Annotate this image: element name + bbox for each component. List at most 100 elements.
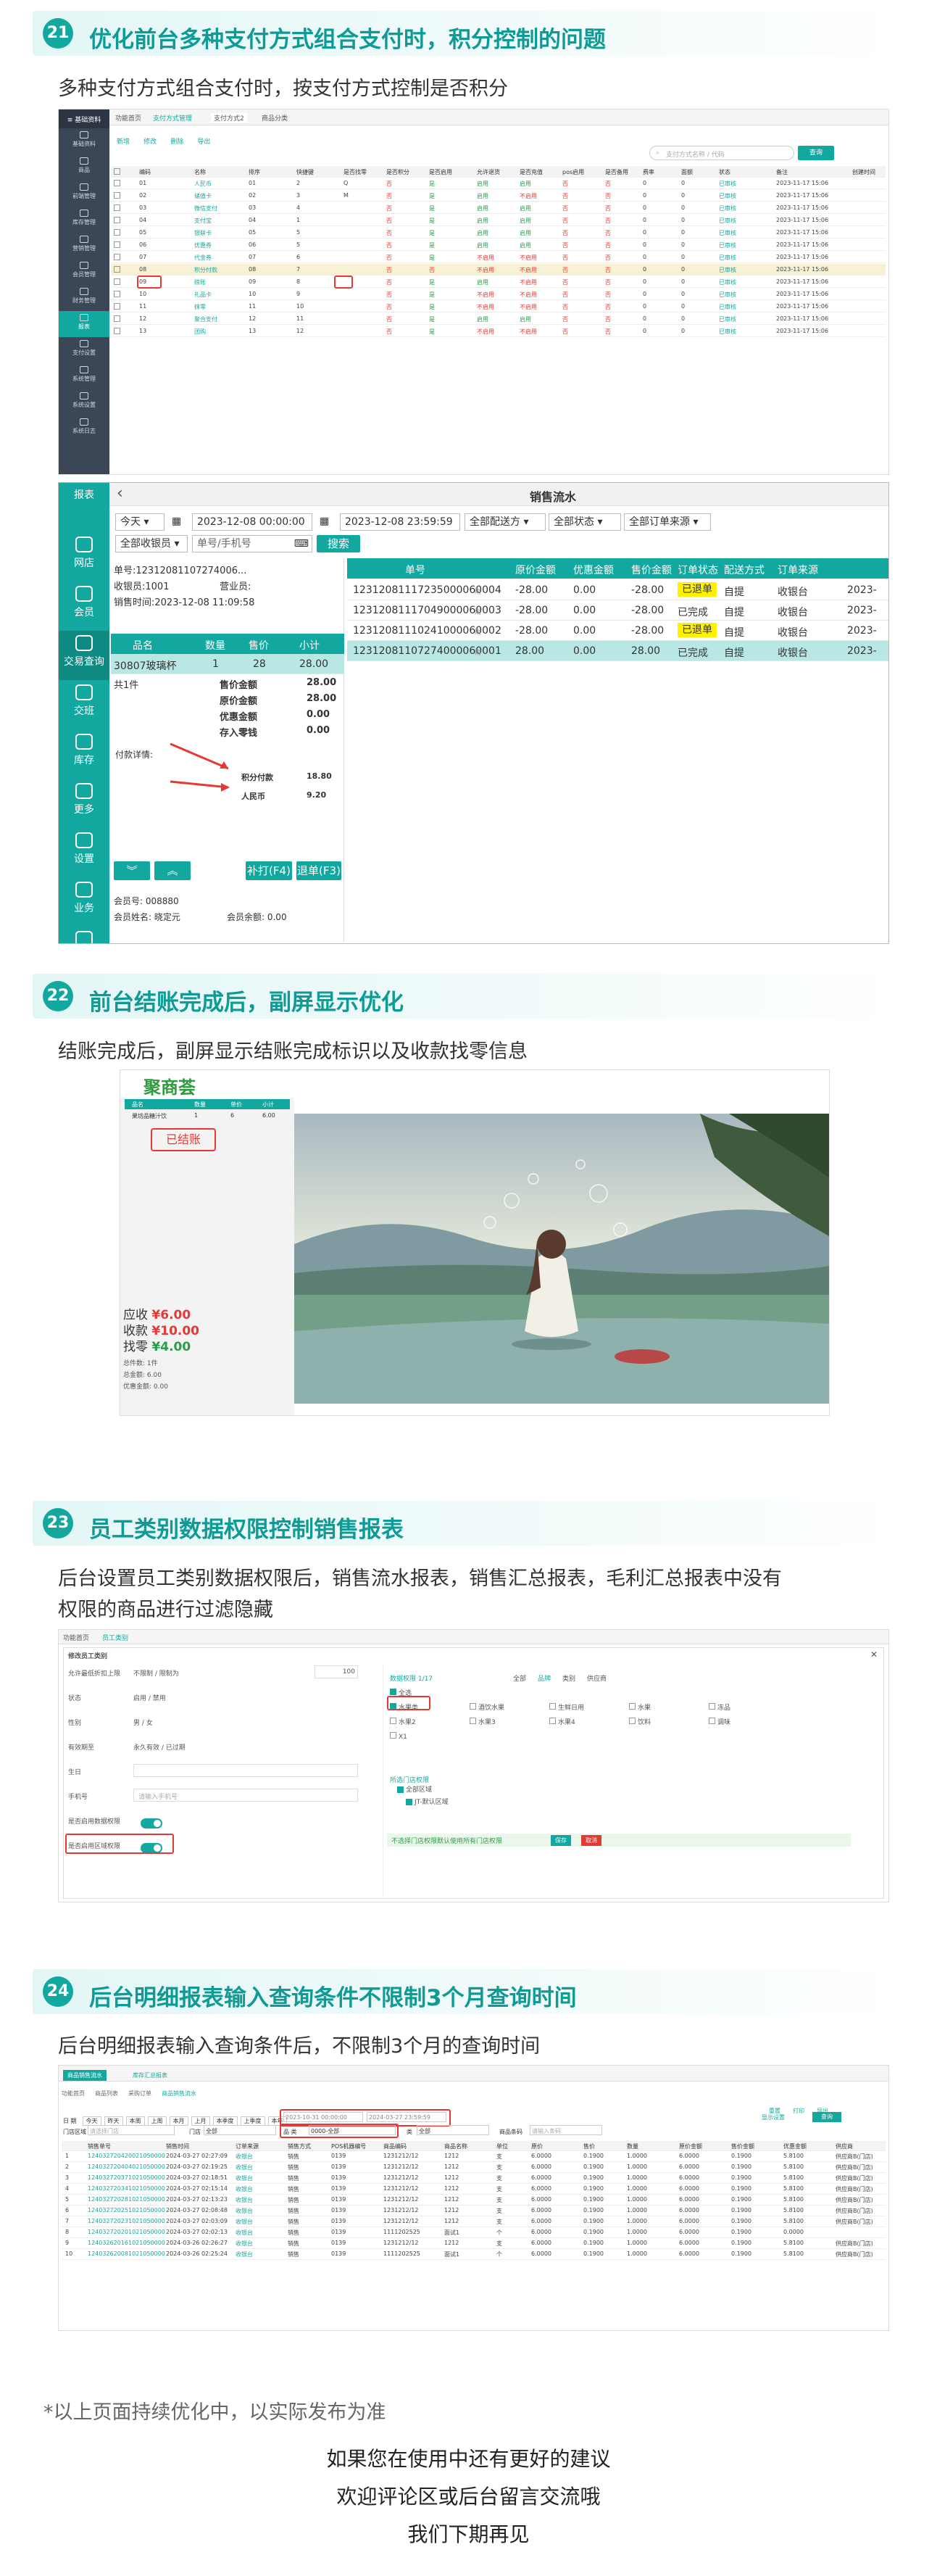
- pos-sidebar-item[interactable]: 库存: [59, 729, 109, 779]
- pos-sidebar-item[interactable]: 业务: [59, 877, 109, 927]
- search-button[interactable]: 搜索: [317, 535, 360, 552]
- report-column-header[interactable]: 商品编码: [383, 2142, 407, 2150]
- pos-sidebar-item[interactable]: 进入后台: [59, 927, 109, 943]
- discount-input[interactable]: 100: [315, 1665, 358, 1678]
- sidebar-item[interactable]: 商品: [59, 154, 109, 181]
- search-button[interactable]: 查询: [812, 2112, 841, 2122]
- table-row[interactable]: 11 抹零 11 10 否 是 不启用 不启用 否 否 0 0 已审核 2023-11-17 15:06: [111, 301, 886, 312]
- column-header[interactable]: 编码: [139, 168, 151, 176]
- table-row[interactable]: 05 银联卡 05 5 否 是 启用 启用 否 否 0 0 已审核 2023-11-17 15:06: [111, 227, 886, 239]
- sidebar-item[interactable]: 支付设置: [59, 337, 109, 363]
- page-down-button[interactable]: ︾: [114, 861, 150, 880]
- sub-tab[interactable]: 功能首页: [62, 2090, 85, 2097]
- sub-tab[interactable]: 商品销售流水: [162, 2090, 196, 2097]
- edit-button[interactable]: 修改: [143, 138, 157, 146]
- sidebar-item[interactable]: 系统管理: [59, 363, 109, 389]
- table-row[interactable]: 01 人民币 01 2 Q 否 是 启用 启用 否 否 0 0 已审核 2023-11-17 15:06: [111, 178, 886, 189]
- table-row[interactable]: 09 赊账 09 8 否是启用 不启用否否 0 0 已审核 2023-11-17 15:06: [111, 276, 886, 288]
- sidebar-item[interactable]: 报表: [59, 311, 109, 337]
- report-row[interactable]: 2 124032720404021050000 2024-03-27 02:19:2…: [62, 2162, 886, 2173]
- type-select[interactable]: 全部: [417, 2125, 489, 2135]
- row-checkbox[interactable]: [114, 217, 120, 223]
- category-checkbox[interactable]: 水果2: [390, 1713, 416, 1727]
- category-checkbox[interactable]: 酒饮水果: [470, 1699, 504, 1712]
- report-row[interactable]: 7 124032720231021050000 2024-03-27 02:03:0…: [62, 2216, 886, 2227]
- column-header[interactable]: 是否积分: [386, 168, 409, 176]
- orders-column-header[interactable]: 订单状态: [678, 563, 718, 577]
- report-column-header[interactable]: 销售时间: [166, 2142, 189, 2150]
- tab-payment-2[interactable]: 支付方式2: [211, 113, 247, 123]
- category-checkbox[interactable]: 调味: [709, 1713, 730, 1727]
- form-radio-group[interactable]: 启用 / 禁用: [133, 1693, 166, 1702]
- order-row[interactable]: 12312081117235000060004 附 -28.00 0.00 -28.00…: [347, 580, 888, 600]
- form-input[interactable]: 请输入手机号: [133, 1789, 358, 1802]
- permission-toggle[interactable]: [141, 1818, 162, 1829]
- category-checkbox[interactable]: 饮料: [629, 1713, 651, 1727]
- report-column-header[interactable]: 售价金额: [731, 2142, 754, 2150]
- report-column-header[interactable]: 商品名称: [444, 2142, 467, 2150]
- table-row[interactable]: 10 礼品卡 10 9 否 是 不启用 不启用 否 否 0 0 已审核 2023-11-17 15:06: [111, 289, 886, 300]
- refund-button[interactable]: 退单(F3): [296, 861, 341, 880]
- permission-option[interactable]: 类别: [562, 1676, 575, 1683]
- pos-sidebar-item[interactable]: 交易查询: [59, 631, 109, 680]
- row-checkbox[interactable]: [114, 291, 120, 297]
- column-header[interactable]: 费率: [643, 168, 654, 176]
- report-row[interactable]: 4 124032720341021050000 2024-03-27 02:15:1…: [62, 2184, 886, 2195]
- report-tab[interactable]: 商品销售流水: [63, 2070, 107, 2081]
- group-select[interactable]: 全部: [204, 2125, 276, 2135]
- report-row[interactable]: 6 124032720251021050000 2024-03-27 02:08:4…: [62, 2206, 886, 2216]
- orders-column-header[interactable]: 优惠金额: [573, 563, 614, 577]
- column-header[interactable]: 快捷键: [296, 168, 314, 176]
- column-header[interactable]: 排序: [249, 168, 260, 176]
- report-column-header[interactable]: 原价: [531, 2142, 543, 2150]
- date-to-input[interactable]: 2023-12-08 23:59:59: [340, 513, 460, 531]
- order-phone-input[interactable]: 单号/手机号 ⌨: [192, 535, 312, 552]
- report-tab[interactable]: 库存汇总报表: [128, 2070, 172, 2081]
- column-header[interactable]: 允许退货: [477, 168, 500, 176]
- report-column-header[interactable]: POS机器编号: [331, 2142, 366, 2150]
- pos-sidebar-item[interactable]: 会员: [59, 581, 109, 631]
- column-header[interactable]: 名称: [194, 168, 206, 176]
- sub-tab[interactable]: 商品列表: [95, 2090, 118, 2097]
- row-checkbox[interactable]: [114, 303, 120, 310]
- category-checkbox[interactable]: X1: [390, 1728, 407, 1742]
- tab-home[interactable]: 功能首页: [115, 113, 141, 123]
- report-column-header[interactable]: 优惠金额: [783, 2142, 807, 2150]
- order-row[interactable]: 12312081110241000060002 附 -28.00 0.00 -28.00…: [347, 621, 888, 641]
- report-column-header[interactable]: 售价: [583, 2142, 595, 2150]
- period-select[interactable]: 今天 ▾: [115, 513, 165, 531]
- export-button[interactable]: 导出: [197, 138, 210, 146]
- row-checkbox[interactable]: [114, 192, 120, 199]
- row-checkbox[interactable]: [114, 204, 120, 211]
- category-checkbox[interactable]: 水果: [629, 1699, 651, 1712]
- tab-employee-category[interactable]: 员工类别: [102, 1633, 128, 1642]
- region-node[interactable]: JT-默认区域: [406, 1797, 449, 1806]
- report-column-header[interactable]: 供应商: [836, 2142, 853, 2150]
- category-checkbox[interactable]: 冻品: [709, 1699, 730, 1712]
- tab-home[interactable]: 功能首页: [63, 1633, 89, 1642]
- date-from-input[interactable]: 2023-12-08 00:00:00: [192, 513, 312, 531]
- table-row[interactable]: 04 支付宝 04 1 否 是 启用 启用 否 否 0 0 已审核 2023-11-17 15:06: [111, 215, 886, 226]
- form-radio-group[interactable]: 永久有效 / 已过期: [133, 1742, 186, 1752]
- row-checkbox[interactable]: [114, 229, 120, 236]
- report-row[interactable]: 1 124032720420021050000 2024-03-27 02:27:0…: [62, 2151, 886, 2162]
- report-column-header[interactable]: 单位: [496, 2142, 508, 2150]
- sidebar-item[interactable]: 系统日志: [59, 415, 109, 442]
- sub-tab[interactable]: 采购订单: [128, 2090, 151, 2097]
- close-icon[interactable]: ✕: [870, 1649, 878, 1660]
- column-header[interactable]: 是否充值: [520, 168, 543, 176]
- pos-sidebar-item[interactable]: 交班: [59, 680, 109, 729]
- cancel-button[interactable]: 取消: [581, 1835, 601, 1846]
- order-row[interactable]: 12312081117049000060003 附 -28.00 0.00 -28.00…: [347, 600, 888, 621]
- delivery-select[interactable]: 全部配送方 ▾: [465, 513, 546, 531]
- report-column-header[interactable]: 订单来源: [236, 2142, 259, 2150]
- row-checkbox[interactable]: [114, 254, 120, 260]
- form-radio-group[interactable]: 男 / 女: [133, 1718, 153, 1727]
- report-column-header[interactable]: 原价金额: [679, 2142, 702, 2150]
- sidebar-item[interactable]: 库存管理: [59, 207, 109, 233]
- row-checkbox[interactable]: [114, 328, 120, 334]
- column-header[interactable]: 备注: [776, 168, 788, 176]
- sidebar-item[interactable]: 系统设置: [59, 389, 109, 415]
- source-select[interactable]: 全部订单来源 ▾: [624, 513, 711, 531]
- item-row[interactable]: 30807玻璃杯 1 28 28.00: [111, 654, 344, 674]
